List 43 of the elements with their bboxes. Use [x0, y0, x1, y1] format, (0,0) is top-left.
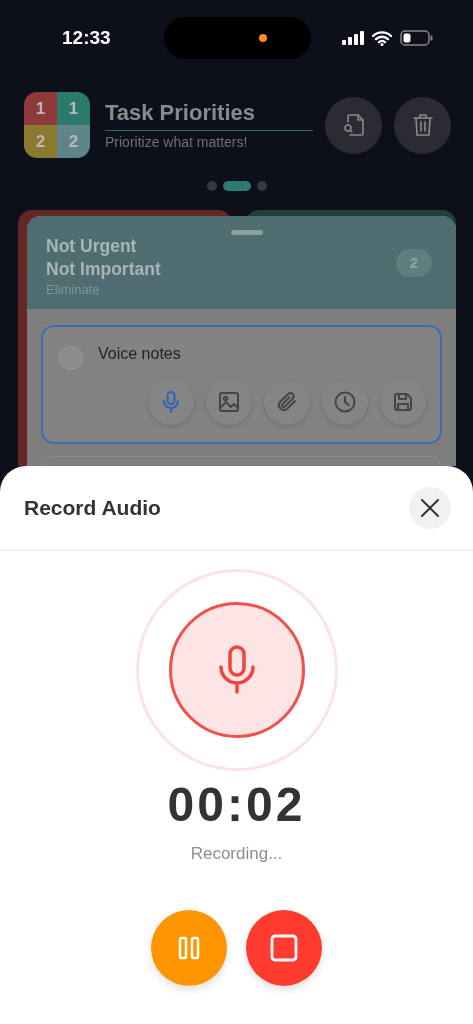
pause-icon — [178, 936, 200, 960]
signal-icon — [342, 31, 364, 45]
status-time: 12:33 — [62, 27, 112, 49]
trash-icon — [412, 113, 433, 137]
drag-handle[interactable] — [230, 230, 263, 235]
save-icon — [393, 392, 413, 412]
image-icon — [218, 391, 240, 413]
file-search-icon — [342, 113, 365, 137]
quadrant-title: Not Urgent — [46, 234, 138, 258]
page-indicator[interactable] — [256, 181, 267, 191]
pause-button[interactable] — [151, 910, 227, 986]
app-subtitle: Prioritize what matters! — [105, 134, 249, 150]
logo-tile: 1 — [57, 92, 90, 125]
clock-icon — [334, 391, 356, 413]
recording-indicator-icon — [259, 34, 267, 42]
sheet-title: Record Audio — [24, 496, 161, 520]
recording-status: Recording... — [190, 844, 283, 864]
page-indicator[interactable] — [222, 181, 251, 191]
stop-button[interactable] — [246, 910, 322, 986]
logo-tile: 2 — [57, 125, 90, 158]
reminder-button[interactable] — [322, 379, 368, 425]
microphone-icon — [216, 645, 257, 695]
close-icon — [421, 499, 439, 517]
close-button[interactable] — [409, 487, 451, 529]
record-button[interactable] — [148, 379, 194, 425]
search-file-button[interactable] — [325, 96, 382, 154]
battery-icon — [400, 30, 433, 46]
delete-button[interactable] — [394, 96, 451, 154]
logo-tile: 2 — [24, 125, 57, 158]
image-button[interactable] — [206, 379, 252, 425]
page-indicator[interactable] — [206, 181, 217, 191]
stop-icon — [270, 934, 298, 962]
app-title: Task Priorities — [105, 100, 313, 131]
task-text: Voice notes — [98, 345, 181, 363]
attach-button[interactable] — [264, 379, 310, 425]
quadrant-title: Not Important — [46, 257, 161, 281]
save-button[interactable] — [380, 379, 426, 425]
paperclip-icon — [276, 391, 298, 413]
wifi-icon — [372, 30, 392, 46]
microphone-icon — [162, 391, 180, 413]
recording-timer: 00:02 — [167, 777, 306, 832]
task-editor[interactable]: Voice notes — [41, 325, 442, 444]
logo-tile: 1 — [24, 92, 57, 125]
